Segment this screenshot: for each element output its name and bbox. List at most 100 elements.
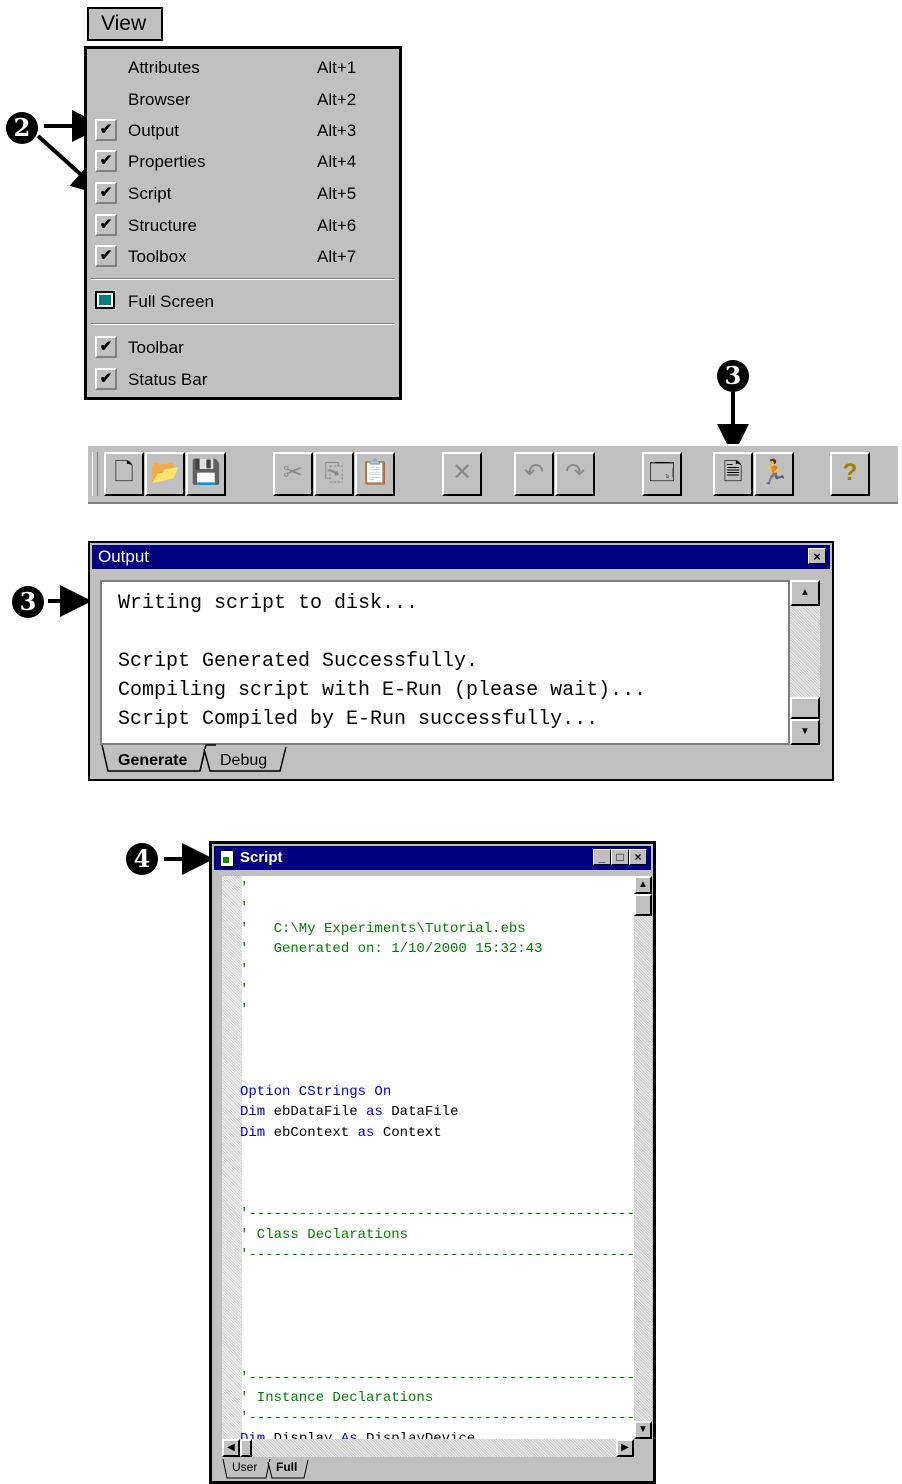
menu-item-properties[interactable]: ✔ Properties Alt+4 (87, 147, 399, 177)
output-window: Output × Writing script to disk... Scrip… (88, 541, 834, 781)
scroll-up-icon[interactable]: ▲ (634, 876, 652, 894)
code-keyword: As (340, 1430, 358, 1439)
menu-item-status-bar[interactable]: ✔ Status Bar (87, 365, 399, 395)
scroll-up-icon[interactable]: ▲ (790, 580, 820, 606)
code-text: Display (265, 1430, 341, 1439)
scroll-left-icon[interactable]: ◀ (222, 1439, 240, 1457)
full-screen-icon (95, 291, 115, 309)
menu-item-toolbox[interactable]: ✔ Toolbox Alt+7 (87, 242, 399, 272)
menu-item-label: Output (128, 121, 180, 140)
save-disk-icon[interactable]: 💾 (186, 452, 226, 496)
scroll-thumb[interactable] (240, 1439, 252, 1457)
main-toolbar: 🗋 📂 💾 ✂ ⎘ 📋 ✕ ↶ ↷ 🗔 🗎 🏃 ? (88, 444, 898, 504)
menu-item-output[interactable]: ✔ Output Alt+3 (87, 116, 399, 146)
paste-icon[interactable]: 📋 (355, 452, 395, 496)
menu-item-structure[interactable]: ✔ Structure Alt+6 (87, 211, 399, 241)
redo-icon[interactable]: ↷ (555, 452, 595, 496)
menu-item-label: Toolbox (128, 247, 187, 266)
script-title: Script (240, 849, 283, 866)
delete-x-icon[interactable]: ✕ (442, 452, 482, 496)
code-line: Option CStrings On (240, 1084, 391, 1100)
view-menu-title[interactable]: View (87, 7, 163, 41)
menu-item-label: Full Screen (128, 292, 214, 311)
output-line: Script Generated Successfully. (118, 650, 479, 673)
code-line: ' Generated on: 1/10/2000 15:32:43 (240, 941, 543, 958)
code-line: ' Class Declarations (240, 1226, 409, 1243)
copy-icon[interactable]: ⎘ (314, 452, 354, 496)
help-question-icon[interactable]: ? (830, 452, 870, 496)
checkmark-icon: ✔ (95, 150, 117, 172)
properties-icon[interactable]: 🗔 (642, 452, 682, 496)
run-man-icon[interactable]: 🏃 (754, 452, 794, 496)
output-line: Compiling script with E-Run (please wait… (118, 679, 647, 702)
script-code-editor[interactable]: ' ' ' C:\My Experiments\Tutorial.ebs ' Gene… (222, 876, 634, 1439)
scroll-right-icon[interactable]: ▶ (616, 1439, 634, 1457)
checkmark-icon: ✔ (95, 336, 117, 358)
toolbar-grip[interactable] (92, 452, 98, 496)
output-title: Output (98, 547, 150, 566)
menu-item-label: Properties (128, 152, 206, 171)
view-menu-title-label: View (101, 12, 147, 35)
code-text: DisplayDevice (357, 1430, 476, 1439)
menu-item-label: Status Bar (128, 370, 208, 389)
close-icon[interactable]: × (629, 849, 647, 865)
menu-item-script[interactable]: ✔ Script Alt+5 (87, 179, 399, 209)
menu-item-browser[interactable]: Browser Alt+2 (87, 85, 399, 115)
minimize-icon[interactable]: _ (593, 849, 611, 865)
tab-debug[interactable]: Debug (220, 748, 267, 774)
scroll-down-icon[interactable]: ▼ (634, 1421, 652, 1439)
generate-script-icon[interactable]: 🗎 (713, 452, 753, 496)
checkmark-icon: ✔ (95, 368, 117, 390)
menu-item-shortcut: Alt+6 (317, 216, 357, 235)
code-line: ' (240, 1002, 249, 1019)
code-keyword: Dim (240, 1104, 266, 1121)
menu-item-attributes[interactable]: Attributes Alt+1 (87, 53, 399, 83)
code-line: '---------------------------------------… (240, 1247, 634, 1264)
script-titlebar[interactable]: Script _ □ × (214, 846, 651, 870)
tab-full[interactable]: Full (276, 1457, 297, 1477)
menu-item-label: Script (128, 184, 172, 203)
output-titlebar[interactable]: Output × (92, 545, 830, 569)
menu-item-label: Attributes (128, 58, 200, 77)
menu-item-shortcut: Alt+3 (317, 121, 357, 140)
new-document-icon[interactable]: 🗋 (104, 452, 144, 496)
code-line: ' (240, 961, 249, 978)
code-line: '---------------------------------------… (240, 1369, 634, 1386)
script-horizontal-scrollbar[interactable]: ◀ ▶ (222, 1439, 634, 1457)
code-line: ' C:\My Experiments\Tutorial.ebs (240, 920, 526, 937)
menu-item-shortcut: Alt+7 (317, 247, 357, 266)
scissors-icon[interactable]: ✂ (273, 452, 313, 496)
checkmark-icon: ✔ (95, 182, 117, 204)
close-icon[interactable]: × (808, 548, 826, 564)
menu-separator (91, 278, 395, 280)
code-text: ebContext (265, 1124, 358, 1141)
callout-4: 4 (126, 843, 158, 875)
script-vertical-scrollbar[interactable]: ▲ ▼ (634, 876, 652, 1439)
menu-item-label: Toolbar (128, 338, 184, 357)
code-keyword: Dim (240, 1124, 266, 1141)
output-vertical-scrollbar[interactable]: ▲ ▼ (790, 580, 820, 745)
code-line: ' Instance Declarations (240, 1390, 434, 1406)
menu-item-shortcut: Alt+5 (317, 184, 357, 203)
code-line: ' (240, 880, 249, 896)
scroll-down-icon[interactable]: ▼ (790, 719, 820, 745)
code-text: Context (374, 1124, 442, 1141)
tab-user[interactable]: User (232, 1457, 257, 1477)
menu-item-full-screen[interactable]: Full Screen (87, 287, 399, 317)
code-line: Dim Display As DisplayDevice (240, 1431, 475, 1439)
callout-2: 2 (6, 112, 38, 144)
callout-3-output: 3 (12, 586, 44, 618)
scroll-thumb[interactable] (634, 894, 652, 916)
tab-generate[interactable]: Generate (118, 748, 187, 774)
open-folder-icon[interactable]: 📂 (145, 452, 185, 496)
scroll-thumb[interactable] (790, 697, 820, 719)
menu-separator (91, 323, 395, 325)
code-text: ebDataFile (265, 1104, 367, 1121)
menu-item-toolbar[interactable]: ✔ Toolbar (87, 333, 399, 363)
output-text-area[interactable]: Writing script to disk... Script Generat… (100, 580, 790, 745)
maximize-icon[interactable]: □ (611, 849, 629, 865)
undo-icon[interactable]: ↶ (514, 452, 554, 496)
code-text: DataFile (382, 1104, 459, 1121)
checkmark-icon: ✔ (95, 245, 117, 267)
menu-item-shortcut: Alt+2 (317, 90, 357, 109)
